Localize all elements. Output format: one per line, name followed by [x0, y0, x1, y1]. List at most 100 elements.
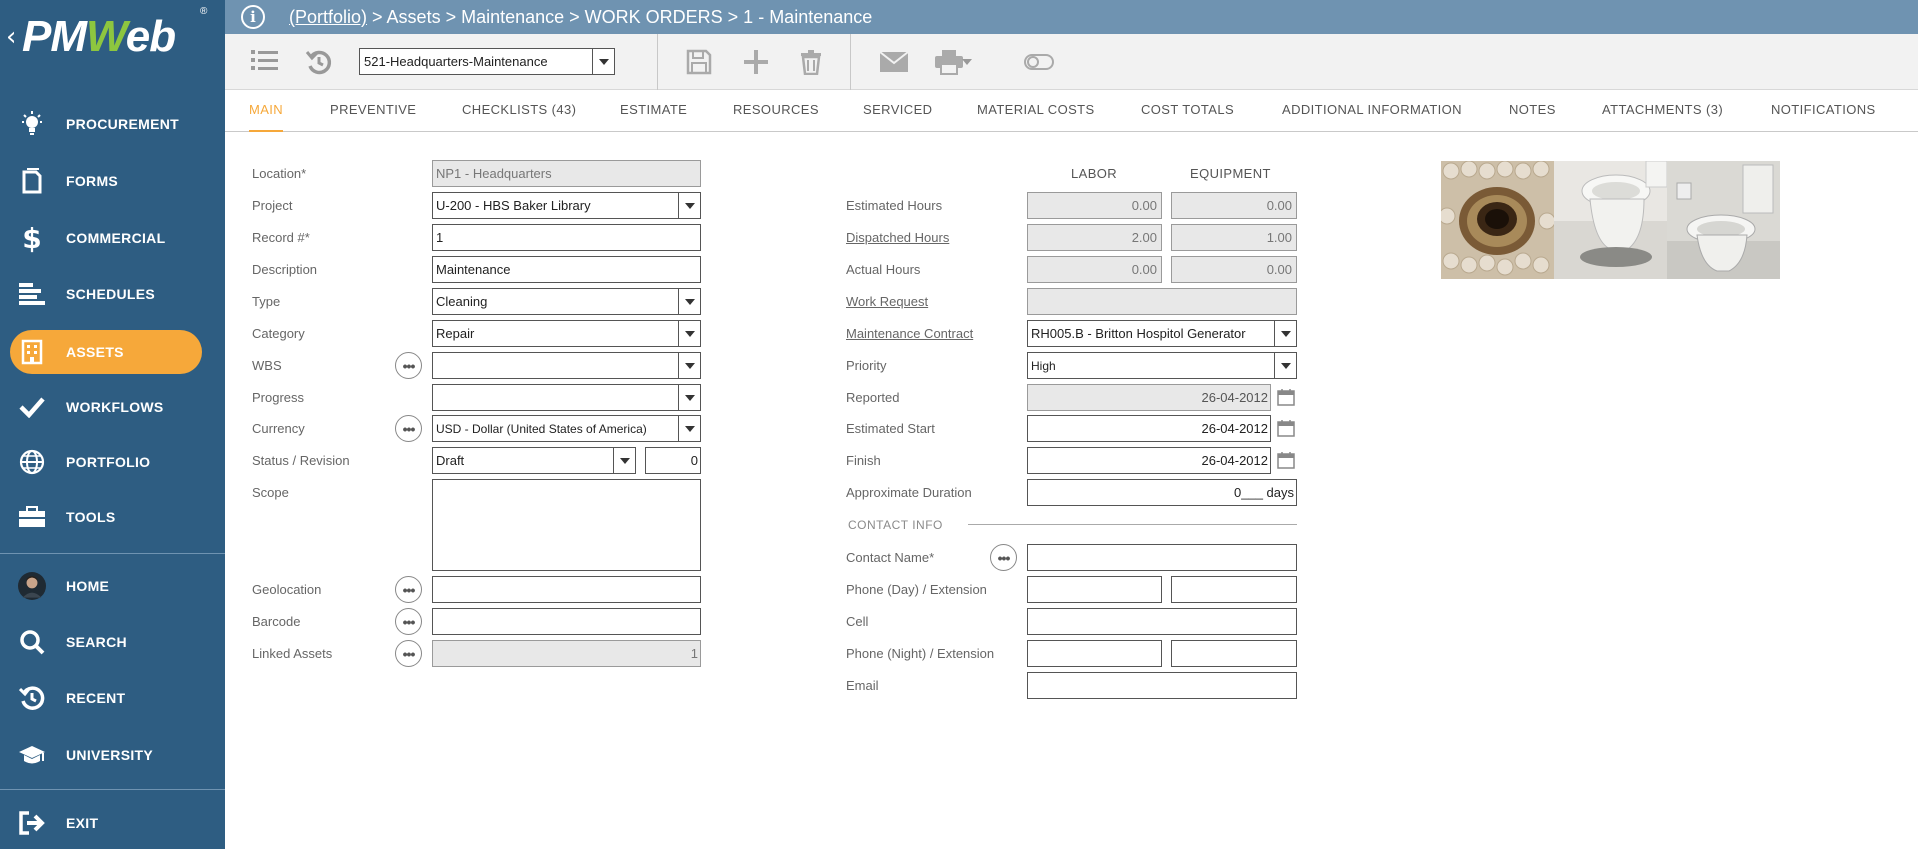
tab-notifications[interactable]: NOTIFICATIONS	[1771, 90, 1876, 132]
contact-name-ellipsis-button[interactable]: •••	[990, 544, 1017, 571]
sidebar-item-workflows[interactable]: WORKFLOWS	[0, 385, 225, 429]
priority-select[interactable]: High	[1027, 352, 1297, 379]
cell-field[interactable]	[1027, 608, 1297, 635]
calendar-icon[interactable]	[1277, 419, 1295, 437]
chevron-down-icon[interactable]	[678, 385, 700, 410]
linked-assets-ellipsis-button[interactable]: •••	[395, 640, 422, 667]
pmweb-logo[interactable]: ‹ PMWeb ®	[0, 0, 225, 68]
geolocation-field[interactable]	[432, 576, 701, 603]
back-chevron-icon[interactable]: ‹	[6, 22, 16, 52]
tab-notes[interactable]: NOTES	[1509, 90, 1556, 132]
tab-serviced[interactable]: SERVICED	[863, 90, 932, 132]
save-button[interactable]	[683, 46, 715, 78]
email-field[interactable]	[1027, 672, 1297, 699]
project-select[interactable]: U-200 - HBS Baker Library	[432, 192, 701, 219]
info-icon[interactable]: i	[241, 5, 265, 29]
wbs-select[interactable]	[432, 352, 701, 379]
tab-material-costs[interactable]: MATERIAL COSTS	[977, 90, 1095, 132]
labor-column-header: LABOR	[1071, 166, 1118, 181]
print-dropdown-chevron-icon[interactable]	[958, 46, 976, 78]
sidebar-item-search[interactable]: SEARCH	[0, 620, 225, 664]
currency-select[interactable]: USD - Dollar (United States of America)	[432, 415, 701, 442]
location-label: Location*	[252, 166, 307, 181]
attachment-thumbnail[interactable]	[1441, 161, 1554, 279]
currency-ellipsis-button[interactable]: •••	[395, 415, 422, 442]
chevron-down-icon[interactable]	[678, 289, 700, 314]
estimated-start-date-field[interactable]: 26-04-2012	[1027, 415, 1271, 442]
chevron-down-icon[interactable]	[592, 49, 614, 74]
chevron-down-icon[interactable]	[678, 416, 700, 441]
sidebar-item-tools[interactable]: TOOLS	[0, 495, 225, 539]
sidebar-item-home[interactable]: HOME	[0, 564, 225, 608]
sidebar-item-forms[interactable]: FORMS	[0, 159, 225, 203]
description-field[interactable]: Maintenance	[432, 256, 701, 283]
progress-label: Progress	[252, 390, 305, 405]
finish-date-field[interactable]: 26-04-2012	[1027, 447, 1271, 474]
description-label: Description	[252, 262, 318, 277]
chevron-down-icon[interactable]	[1274, 321, 1296, 346]
sidebar-item-portfolio[interactable]: PORTFOLIO	[0, 440, 225, 484]
dispatched-hours-link[interactable]: Dispatched Hours	[846, 230, 949, 245]
work-request-link[interactable]: Work Request	[846, 294, 928, 309]
revision-field[interactable]: 0	[645, 447, 701, 474]
chevron-down-icon[interactable]	[613, 448, 635, 473]
tab-main[interactable]: MAIN	[249, 90, 284, 132]
breadcrumb-portfolio-link[interactable]: (Portfolio)	[289, 7, 367, 27]
wbs-ellipsis-button[interactable]: •••	[395, 352, 422, 379]
list-view-icon[interactable]	[249, 46, 281, 78]
chevron-down-icon[interactable]	[678, 321, 700, 346]
barcode-field[interactable]	[432, 608, 701, 635]
progress-select[interactable]	[432, 384, 701, 411]
record-selector[interactable]: 521-Headquarters-Maintenance	[359, 48, 615, 75]
attachment-thumbnail[interactable]	[1554, 161, 1667, 279]
phone-night-label: Phone (Night) / Extension	[846, 646, 995, 661]
lightbulb-icon	[18, 110, 46, 138]
phone-night-extension-field[interactable]	[1171, 640, 1297, 667]
phone-night-field[interactable]	[1027, 640, 1162, 667]
sidebar-item-university[interactable]: UNIVERSITY	[0, 733, 225, 777]
sidebar-item-commercial[interactable]: $ COMMERCIAL	[0, 216, 225, 260]
calendar-icon[interactable]	[1277, 388, 1295, 406]
history-icon[interactable]	[303, 46, 335, 78]
chevron-down-icon[interactable]	[678, 353, 700, 378]
sidebar-item-schedules[interactable]: SCHEDULES	[0, 272, 225, 316]
approximate-duration-field[interactable]: 0___ days	[1027, 479, 1297, 506]
document-icon	[18, 167, 46, 195]
work-request-field	[1027, 288, 1297, 315]
phone-day-label: Phone (Day) / Extension	[846, 582, 987, 597]
phone-day-field[interactable]	[1027, 576, 1162, 603]
tab-preventive[interactable]: PREVENTIVE	[330, 90, 416, 132]
scope-textarea[interactable]	[432, 479, 701, 571]
category-select[interactable]: Repair	[432, 320, 701, 347]
sidebar-item-procurement[interactable]: PROCUREMENT	[0, 102, 225, 146]
tab-cost-totals[interactable]: COST TOTALS	[1141, 90, 1234, 132]
attachment-thumbnail[interactable]	[1667, 161, 1780, 279]
add-button[interactable]	[740, 46, 772, 78]
tab-estimate[interactable]: ESTIMATE	[620, 90, 687, 132]
tab-checklists[interactable]: CHECKLISTS (43)	[462, 90, 576, 132]
plus-icon	[744, 50, 768, 74]
sidebar-item-assets[interactable]: ASSETS	[10, 330, 202, 374]
delete-button[interactable]	[795, 46, 827, 78]
chevron-down-icon[interactable]	[1274, 353, 1296, 378]
type-select[interactable]: Cleaning	[432, 288, 701, 315]
calendar-icon[interactable]	[1277, 451, 1295, 469]
sidebar-item-exit[interactable]: EXIT	[0, 801, 225, 845]
exit-icon	[18, 809, 46, 837]
barcode-ellipsis-button[interactable]: •••	[395, 608, 422, 635]
toggle-switch[interactable]	[1022, 46, 1056, 78]
tab-resources[interactable]: RESOURCES	[733, 90, 819, 132]
finish-label: Finish	[846, 453, 881, 468]
status-select[interactable]: Draft	[432, 447, 636, 474]
record-number-field[interactable]: 1	[432, 224, 701, 251]
chevron-down-icon[interactable]	[678, 193, 700, 218]
tab-additional-information[interactable]: ADDITIONAL INFORMATION	[1282, 90, 1462, 132]
contact-name-field[interactable]	[1027, 544, 1297, 571]
sidebar-item-recent[interactable]: RECENT	[0, 676, 225, 720]
maintenance-contract-link[interactable]: Maintenance Contract	[846, 326, 973, 341]
email-button[interactable]	[878, 46, 910, 78]
phone-day-extension-field[interactable]	[1171, 576, 1297, 603]
geolocation-ellipsis-button[interactable]: •••	[395, 576, 422, 603]
tab-attachments[interactable]: ATTACHMENTS (3)	[1602, 90, 1723, 132]
maintenance-contract-select[interactable]: RH005.B - Britton Hospitol Generator	[1027, 320, 1297, 347]
